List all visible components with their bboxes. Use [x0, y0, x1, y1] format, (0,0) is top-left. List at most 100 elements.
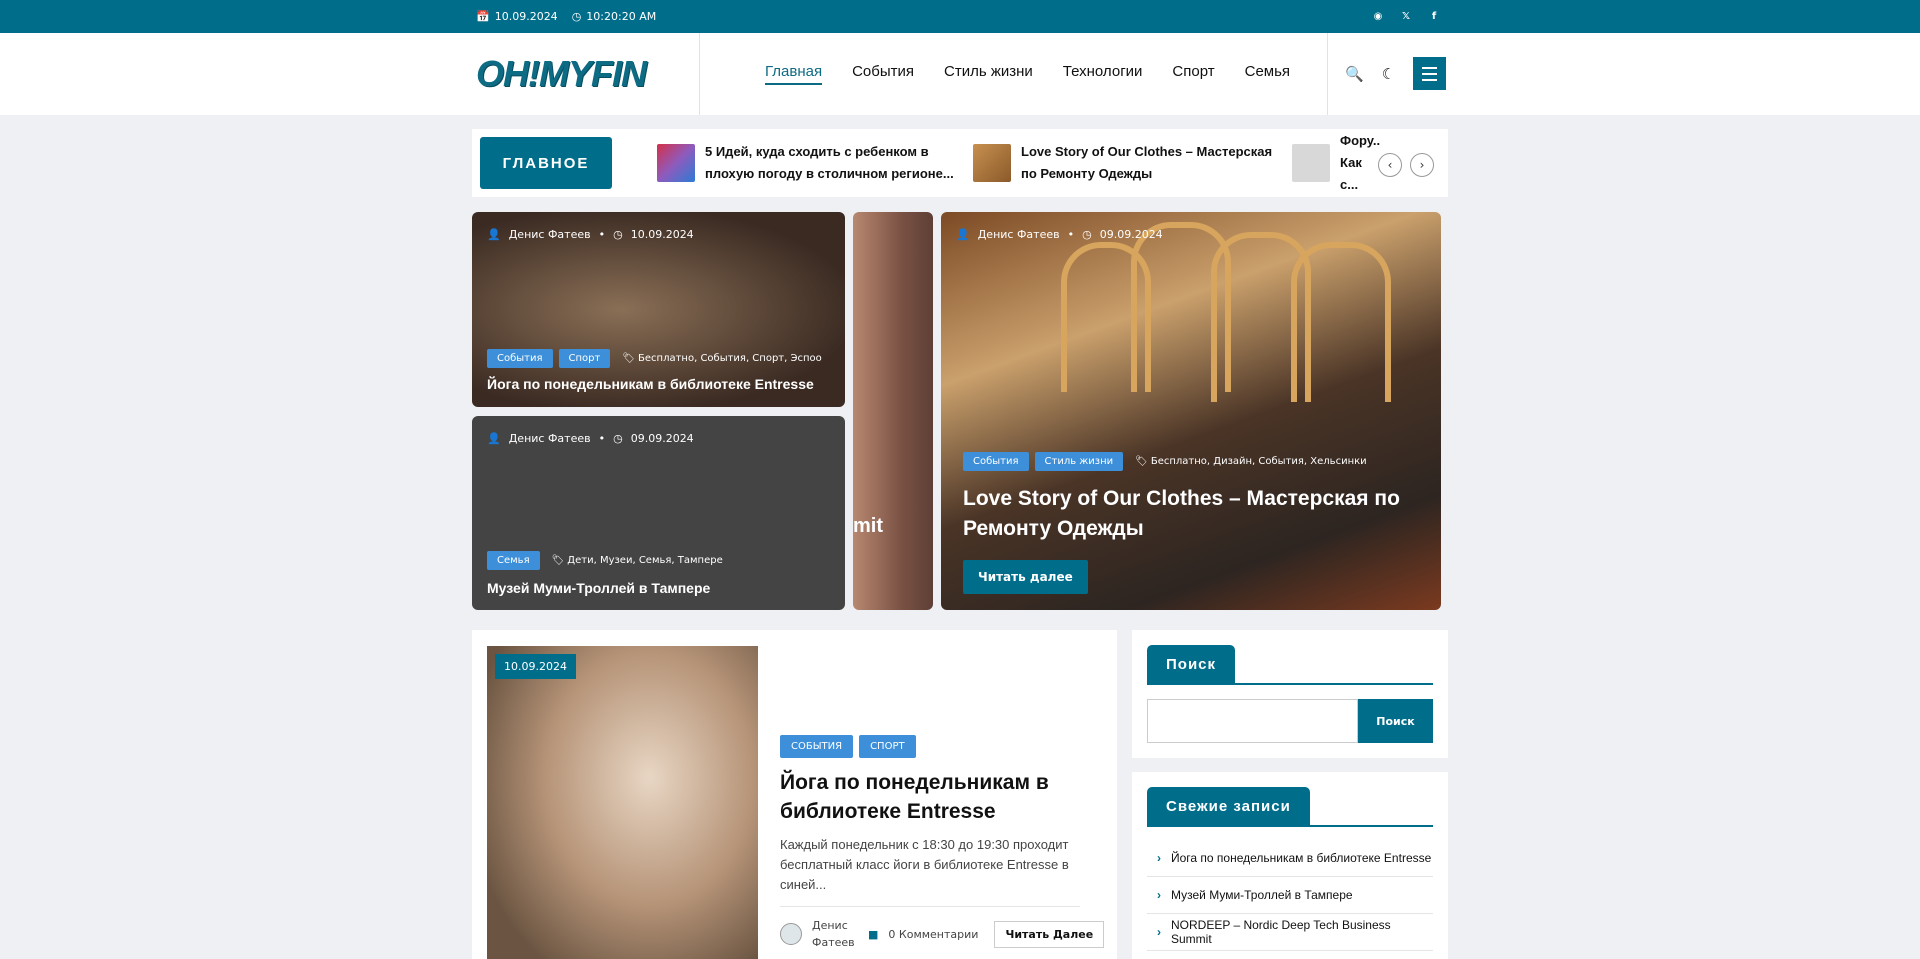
recent-post-title: Музей Муми-Троллей в Тампере — [1171, 888, 1353, 902]
ticker-item-title: 5 Идей, куда сходить с ребенком в плохую… — [705, 144, 954, 181]
featured-card[interactable]: 👤 Денис Фатеев • ◷ 09.09.2024 Семья 🏷 Дет… — [472, 416, 845, 610]
tag-list[interactable]: Бесплатно, События, Спорт, Эспоо — [638, 353, 822, 364]
card-date: 09.09.2024 — [630, 432, 694, 445]
x-icon[interactable]: 𝕏 — [1398, 8, 1414, 24]
topbar-time: ◷ 10:20:20 AM — [572, 10, 657, 23]
header-divider — [699, 33, 700, 115]
post-title[interactable]: Йога по понедельникам в библиотеке Entre… — [780, 768, 1090, 826]
site-header: OH!MYFIN Главная События Стиль жизни Тех… — [0, 33, 1920, 115]
topbar-date: 📅 10.09.2024 — [476, 10, 558, 23]
post-author[interactable]: Денис Фатеев — [812, 917, 858, 951]
topbar-datetime: 📅 10.09.2024 ◷ 10:20:20 AM — [476, 10, 656, 23]
list-item[interactable]: › Музей Муми-Троллей в Тампере — [1147, 877, 1433, 914]
category-badge[interactable]: Семья — [487, 551, 540, 570]
card-author: Денис Фатеев — [508, 432, 591, 445]
list-item[interactable]: › NORDEEP – Nordic Deep Tech Business Su… — [1147, 914, 1433, 951]
card-tags: События Стиль жизни 🏷 Бесплатно, Дизайн, … — [963, 452, 1367, 471]
search-input[interactable] — [1147, 699, 1358, 743]
search-button[interactable]: Поиск — [1358, 699, 1433, 743]
clock-icon: ◷ — [571, 10, 582, 23]
chevron-right-icon: › — [1157, 888, 1161, 902]
avatar[interactable] — [780, 923, 802, 945]
nav-item-home[interactable]: Главная — [765, 63, 823, 85]
ticker-item[interactable]: Love Story of Our Clothes – Мастерская п… — [973, 139, 1281, 187]
tag-list[interactable]: Дети, Музеи, Семья, Тампере — [567, 555, 722, 566]
card-meta: 👤 Денис Фатеев • ◷ 10.09.2024 — [487, 228, 694, 241]
widget-header: Свежие записи — [1147, 787, 1433, 827]
category-badge[interactable]: События — [487, 349, 553, 368]
featured-card-large[interactable]: 👤 Денис Фатеев • ◷ 09.09.2024 События Ст… — [941, 212, 1441, 610]
ticker-thumbnail — [657, 144, 695, 182]
user-icon: 👤 — [487, 228, 501, 241]
post-divider — [780, 906, 1080, 907]
search-widget: Поиск Поиск — [1132, 630, 1448, 758]
category-badge[interactable]: СПОРТ — [859, 735, 916, 758]
nav-item-sport[interactable]: Спорт — [1172, 63, 1214, 85]
card-date: 10.09.2024 — [630, 228, 694, 241]
slider-partial-card[interactable]: mit — [853, 212, 933, 610]
tag-icon: 🏷 — [1135, 456, 1148, 467]
post-comments[interactable]: 0 Комментарии — [888, 928, 978, 941]
news-ticker: ГЛАВНОЕ 5 Идей, куда сходить с ребенком … — [472, 129, 1448, 197]
tag-icon: 🏷 — [551, 555, 565, 566]
ticker-thumbnail — [1292, 144, 1330, 182]
chevron-right-icon: › — [1157, 851, 1161, 865]
featured-card[interactable]: 👤 Денис Фатеев • ◷ 10.09.2024 События Сп… — [472, 212, 845, 407]
card-title[interactable]: Музей Муми-Троллей в Тампере — [487, 580, 710, 596]
read-more-button[interactable]: Читать Далее — [994, 920, 1105, 948]
card-meta: 👤 Денис Фатеев • ◷ 09.09.2024 — [956, 228, 1163, 241]
dark-mode-icon[interactable]: ☾ — [1382, 65, 1395, 83]
post-footer: Денис Фатеев ■ 0 Комментарии Читать Дале… — [780, 917, 1105, 951]
clock-icon: ◷ — [613, 228, 623, 241]
header-actions: 🔍 ☾ — [1345, 57, 1447, 90]
nav-item-technology[interactable]: Технологии — [1063, 63, 1143, 85]
card-meta: 👤 Денис Фатеев • ◷ 09.09.2024 — [487, 432, 694, 445]
top-bar: 📅 10.09.2024 ◷ 10:20:20 AM ◉ 𝕏 f — [0, 0, 1920, 33]
site-logo[interactable]: OH!MYFIN — [476, 53, 647, 95]
tag-list[interactable]: Бесплатно, Дизайн, События, Хельсинки — [1151, 456, 1367, 467]
calendar-icon: 📅 — [476, 10, 490, 23]
facebook-icon[interactable]: f — [1426, 8, 1442, 24]
ticker-item[interactable]: 5 Идей, куда сходить с ребенком в плохую… — [657, 139, 965, 187]
recent-post-title: NORDEEP – Nordic Deep Tech Business Summ… — [1171, 918, 1391, 946]
clock-icon: ◷ — [1082, 228, 1092, 241]
post-date-badge: 10.09.2024 — [495, 654, 576, 679]
ticker-controls: ‹ › — [1374, 153, 1434, 177]
recent-posts-list: › Йога по понедельникам в библиотеке Ent… — [1147, 840, 1433, 951]
list-item[interactable]: › Йога по понедельникам в библиотеке Ent… — [1147, 840, 1433, 877]
recent-posts-widget: Свежие записи › Йога по понедельникам в … — [1132, 772, 1448, 959]
time-text: 10:20:20 AM — [586, 10, 657, 23]
card-title[interactable]: Йога по понедельникам в библиотеке Entre… — [487, 376, 814, 392]
category-badge[interactable]: Спорт — [558, 349, 611, 368]
search-icon[interactable]: 🔍 — [1345, 65, 1364, 83]
circle-icon[interactable]: ◉ — [1370, 8, 1386, 24]
recent-post-title: Йога по понедельникам в библиотеке Entre… — [1171, 851, 1432, 865]
category-badge[interactable]: Стиль жизни — [1034, 452, 1124, 471]
nav-item-lifestyle[interactable]: Стиль жизни — [944, 63, 1033, 85]
category-badge[interactable]: СОБЫТИЯ — [780, 735, 854, 758]
chevron-left-icon[interactable]: ‹ — [1378, 153, 1402, 177]
ticker-item-title: Love Story of Our Clothes – Мастерская п… — [1021, 144, 1273, 181]
header-divider — [1327, 33, 1328, 115]
nav-item-events[interactable]: События — [852, 63, 914, 85]
card-title[interactable]: Love Story of Our Clothes – Мастерская п… — [963, 484, 1433, 544]
ticker-item[interactable]: Фору... Как с... — [1292, 133, 1380, 192]
category-badge[interactable]: События — [963, 452, 1029, 471]
menu-button[interactable] — [1413, 57, 1447, 90]
read-more-button[interactable]: Читать далее — [963, 560, 1088, 594]
post-image[interactable]: 10.09.2024 — [487, 646, 758, 959]
widget-title: Свежие записи — [1147, 787, 1310, 826]
chevron-right-icon[interactable]: › — [1410, 153, 1434, 177]
post-card: 10.09.2024 СОБЫТИЯ СПОРТ Йога по понедел… — [472, 630, 1117, 959]
comment-icon: ■ — [868, 927, 879, 941]
nav-item-family[interactable]: Семья — [1245, 63, 1290, 85]
social-links: ◉ 𝕏 f — [1370, 8, 1442, 24]
card-date: 09.09.2024 — [1099, 228, 1163, 241]
card-title: mit — [853, 515, 883, 537]
user-icon: 👤 — [956, 228, 970, 241]
card-tags: События Спорт 🏷 Бесплатно, События, Спорт… — [487, 349, 822, 368]
clock-icon: ◷ — [613, 432, 623, 445]
date-text: 10.09.2024 — [494, 10, 558, 23]
widget-header: Поиск — [1147, 645, 1433, 685]
main-nav: Главная События Стиль жизни Технологии С… — [765, 63, 1290, 85]
